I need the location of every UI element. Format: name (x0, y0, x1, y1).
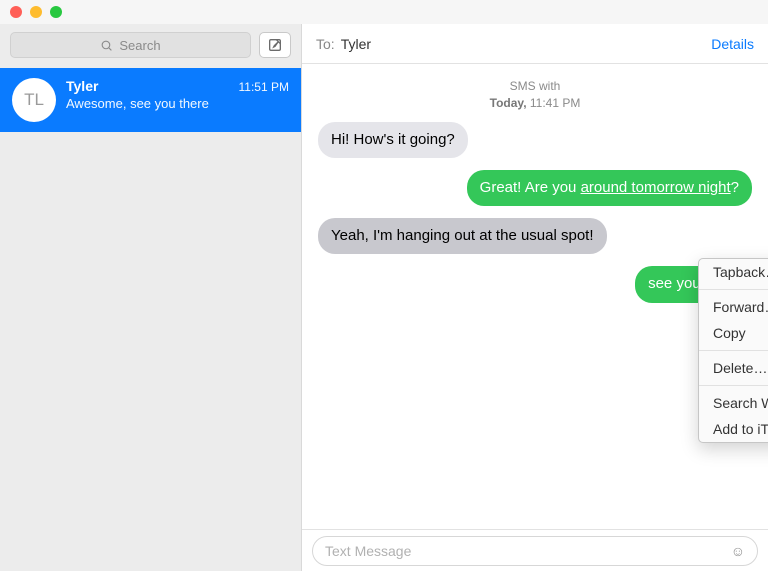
conversation-preview: Awesome, see you there (66, 96, 289, 111)
conversation-name: Tyler (66, 78, 98, 94)
messages-window: Search TL Tyler 11:51 PM Awesome, see yo… (0, 0, 768, 571)
message-input[interactable]: Text Message ☺ (312, 536, 758, 566)
details-button[interactable]: Details (711, 36, 754, 52)
emoji-picker-icon[interactable]: ☺ (731, 543, 745, 559)
sidebar: Search TL Tyler 11:51 PM Awesome, see yo… (0, 24, 302, 571)
status-today: Today, (490, 96, 527, 110)
menu-item-search-google[interactable]: Search With Google (699, 390, 768, 416)
message-text-part-c: ? (731, 179, 739, 196)
to-name: Tyler (341, 36, 371, 52)
message-bubble-incoming[interactable]: Hi! How's it going? (318, 122, 468, 158)
search-input[interactable]: Search (10, 32, 251, 58)
context-menu: Tapback… Forward… Copy Delete… Search Wi… (698, 258, 768, 443)
menu-item-copy[interactable]: Copy (699, 320, 768, 346)
search-placeholder: Search (119, 38, 160, 53)
traffic-light-zoom-icon[interactable] (50, 6, 62, 18)
menu-item-tapback[interactable]: Tapback… (699, 259, 768, 285)
menu-separator (699, 350, 768, 351)
message-input-placeholder: Text Message (325, 543, 411, 559)
thread-status: SMS with Today, 11:41 PM (318, 78, 752, 112)
chat-header: To: Tyler Details (302, 24, 768, 64)
window-titlebar (0, 0, 768, 24)
message-row-1: Hi! How's it going? (318, 122, 752, 158)
status-line1: SMS with (318, 78, 752, 95)
search-icon (100, 39, 113, 52)
avatar-initials: TL (24, 90, 44, 110)
traffic-light-minimize-icon[interactable] (30, 6, 42, 18)
window-body: Search TL Tyler 11:51 PM Awesome, see yo… (0, 24, 768, 571)
input-bar: Text Message ☺ (302, 529, 768, 571)
menu-separator (699, 289, 768, 290)
conversation-item[interactable]: TL Tyler 11:51 PM Awesome, see you there (0, 68, 301, 132)
sidebar-toolbar: Search (0, 24, 301, 68)
message-bubble-outgoing[interactable]: Great! Are you around tomorrow night? (467, 170, 752, 206)
message-row-4: see you there (318, 266, 752, 302)
detected-link[interactable]: around tomorrow night (581, 179, 731, 196)
to-label: To: (316, 36, 335, 52)
compose-icon (267, 37, 283, 53)
conversation-header: Tyler 11:51 PM (66, 78, 289, 94)
compose-button[interactable] (259, 32, 291, 58)
menu-item-add-itunes[interactable]: Add to iTunes as a Spoken Track (699, 416, 768, 442)
message-bubble-incoming-selected[interactable]: Yeah, I'm hanging out at the usual spot! (318, 218, 607, 254)
avatar: TL (12, 78, 56, 122)
message-row-2: Great! Are you around tomorrow night? (318, 170, 752, 206)
traffic-light-close-icon[interactable] (10, 6, 22, 18)
menu-item-delete[interactable]: Delete… (699, 355, 768, 381)
conversation-time: 11:51 PM (239, 80, 289, 94)
message-text: Hi! How's it going? (331, 131, 455, 148)
message-row-3: Yeah, I'm hanging out at the usual spot! (318, 218, 752, 254)
conversation-text: Tyler 11:51 PM Awesome, see you there (66, 78, 289, 111)
status-time: 11:41 PM (530, 96, 580, 110)
message-text: Yeah, I'm hanging out at the usual spot! (331, 227, 594, 244)
main-pane: To: Tyler Details SMS with Today, 11:41 … (302, 24, 768, 571)
menu-separator (699, 385, 768, 386)
status-line2: Today, 11:41 PM (318, 95, 752, 112)
menu-item-forward[interactable]: Forward… (699, 294, 768, 320)
message-text-part-a: Great! Are you (480, 179, 581, 196)
